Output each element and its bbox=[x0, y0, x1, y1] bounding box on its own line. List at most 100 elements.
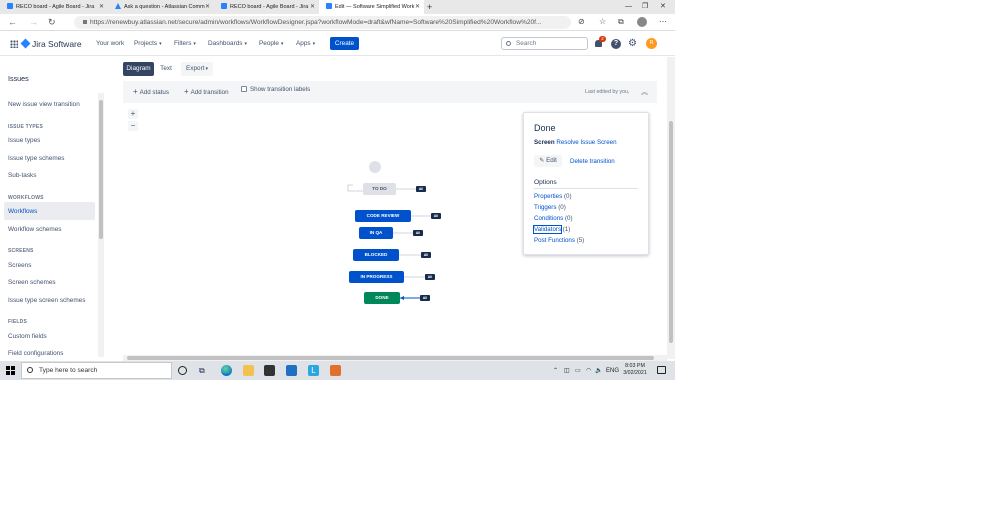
app-switcher-icon[interactable] bbox=[10, 40, 18, 48]
back-arrow-icon[interactable]: ← bbox=[8, 17, 17, 27]
status-in-qa[interactable]: IN QA bbox=[359, 227, 393, 239]
close-tab-icon[interactable]: ✕ bbox=[415, 0, 420, 14]
checkbox[interactable] bbox=[241, 86, 247, 92]
url-field[interactable]: https://renewbuy.atlassian.net/secure/ad… bbox=[74, 16, 571, 29]
sidebar-scrollbar-thumb[interactable] bbox=[99, 100, 103, 239]
status-blocked[interactable]: BLOCKED bbox=[353, 249, 399, 261]
nav-apps[interactable]: Apps ▾ bbox=[296, 40, 315, 48]
tray-battery-icon[interactable]: ▭ bbox=[575, 367, 581, 375]
browser-tab-active[interactable]: Edit — Software Simplified Work ✕ bbox=[319, 0, 424, 14]
sidebar-item-workflows[interactable]: Workflows bbox=[8, 208, 37, 215]
edit-button[interactable]: ✎ Edit bbox=[534, 155, 562, 167]
gear-icon[interactable]: ⚙ bbox=[628, 38, 637, 50]
search-input[interactable]: Search bbox=[501, 37, 588, 50]
browser-tab[interactable]: Ask a question - Atlassian Comm ✕ bbox=[108, 0, 214, 14]
minimize-icon[interactable]: — bbox=[625, 0, 632, 14]
all-transition-tag[interactable]: All bbox=[425, 274, 435, 280]
tab-text[interactable]: Text bbox=[156, 62, 176, 76]
nav-your-work[interactable]: Your work bbox=[96, 40, 124, 48]
close-tab-icon[interactable]: ✕ bbox=[99, 0, 104, 14]
chevron-down-icon: ▾ bbox=[312, 41, 316, 47]
sidebar-item-custom-fields[interactable]: Custom fields bbox=[8, 333, 47, 340]
page-scrollbar-thumb[interactable] bbox=[669, 121, 673, 343]
status-to-do[interactable]: TO DO bbox=[363, 183, 396, 195]
task-view-icon[interactable]: ⧉ bbox=[199, 365, 210, 376]
collections-icon[interactable]: ⧉ bbox=[618, 17, 624, 27]
show-transition-labels-toggle[interactable]: Show transition labels bbox=[241, 86, 310, 94]
reload-icon[interactable]: ↻ bbox=[48, 17, 56, 27]
horizontal-scrollbar-thumb[interactable] bbox=[127, 356, 654, 360]
maximize-icon[interactable]: ❐ bbox=[642, 0, 648, 14]
option-conditions[interactable]: Conditions (0) bbox=[534, 215, 573, 222]
action-center-icon[interactable] bbox=[657, 366, 666, 374]
page-scrollbar[interactable] bbox=[667, 57, 675, 359]
windows-start-icon[interactable] bbox=[6, 366, 15, 375]
new-tab-button[interactable]: + bbox=[427, 0, 432, 14]
option-validators[interactable]: Validators (1) bbox=[532, 225, 570, 234]
status-done[interactable]: DONE bbox=[364, 292, 400, 304]
cortana-icon[interactable] bbox=[178, 366, 187, 375]
sidebar-item-issue-type-schemes[interactable]: Issue type schemes bbox=[8, 155, 64, 162]
favorite-star-icon[interactable]: ☆ bbox=[599, 17, 606, 27]
more-menu-icon[interactable]: ⋯ bbox=[659, 17, 667, 27]
tray-wifi-icon[interactable]: ◠ bbox=[586, 367, 591, 375]
export-button[interactable]: Export▾ bbox=[181, 62, 213, 76]
notifications-button[interactable]: 2 bbox=[595, 36, 606, 48]
all-transition-tag[interactable]: All bbox=[431, 213, 441, 219]
delete-transition-link[interactable]: Delete transition bbox=[570, 158, 615, 165]
nav-people[interactable]: People ▾ bbox=[259, 40, 283, 48]
avatar[interactable]: R bbox=[646, 38, 657, 49]
all-transition-tag[interactable]: All bbox=[413, 230, 423, 236]
status-in-progress[interactable]: IN PROGRESS bbox=[349, 271, 404, 283]
app-l-icon[interactable]: L bbox=[308, 365, 319, 376]
mail-icon[interactable] bbox=[286, 365, 297, 376]
file-explorer-icon[interactable] bbox=[243, 365, 254, 376]
sidebar-item-issue-types[interactable]: Issue types bbox=[8, 137, 40, 144]
add-status-button[interactable]: + Add status bbox=[133, 88, 169, 97]
browser-tab[interactable]: RECO board - Agile Board - Jira ✕ bbox=[0, 0, 108, 14]
close-tab-icon[interactable]: ✕ bbox=[310, 0, 315, 14]
taskbar-clock[interactable]: 8:03 PM 3/02/2021 bbox=[620, 363, 650, 377]
option-post-functions[interactable]: Post Functions (5) bbox=[534, 237, 584, 244]
sidebar-item-issue-type-screen-schemes[interactable]: Issue type screen schemes bbox=[8, 297, 85, 304]
nav-filters[interactable]: Filters ▾ bbox=[174, 40, 196, 48]
nav-dashboards[interactable]: Dashboards ▾ bbox=[208, 40, 247, 48]
close-window-icon[interactable]: ✕ bbox=[660, 0, 666, 14]
taskbar-search-input[interactable]: Type here to search bbox=[21, 362, 172, 379]
diagram-canvas[interactable]: + − TO DO All CODE REVIEW All IN QA All … bbox=[123, 103, 657, 355]
help-icon[interactable]: ? bbox=[611, 39, 621, 49]
browser-tab[interactable]: RECO board - Agile Board - Jira ✕ bbox=[214, 0, 319, 14]
all-transition-tag-selected[interactable]: All bbox=[420, 295, 430, 301]
search-icon bbox=[27, 367, 33, 373]
close-tab-icon[interactable]: ✕ bbox=[205, 0, 210, 14]
create-button[interactable]: Create bbox=[330, 37, 359, 50]
all-transition-tag[interactable]: All bbox=[416, 186, 426, 192]
nav-projects[interactable]: Projects ▾ bbox=[134, 40, 162, 48]
tray-network-icon[interactable]: ◫ bbox=[564, 367, 570, 375]
language-indicator[interactable]: ENG bbox=[606, 367, 619, 375]
all-transition-tag[interactable]: All bbox=[421, 252, 431, 258]
sidebar-item-screens[interactable]: Screens bbox=[8, 262, 31, 269]
store-icon[interactable] bbox=[264, 365, 275, 376]
add-transition-button[interactable]: + Add transition bbox=[184, 88, 229, 97]
plus-icon: + bbox=[184, 87, 189, 96]
sidebar-item-sub-tasks[interactable]: Sub-tasks bbox=[8, 172, 36, 179]
edge-browser-icon[interactable] bbox=[221, 365, 232, 376]
sidebar-item-new-issue-view-transition[interactable]: New issue view transition bbox=[8, 101, 80, 108]
forward-arrow-icon[interactable]: → bbox=[29, 17, 38, 27]
tray-volume-icon[interactable]: 🔈 bbox=[595, 367, 602, 375]
tab-diagram[interactable]: Diagram bbox=[123, 62, 154, 76]
sidebar-item-workflow-schemes[interactable]: Workflow schemes bbox=[8, 226, 62, 233]
option-properties[interactable]: Properties (0) bbox=[534, 193, 572, 200]
browser-profile-avatar[interactable] bbox=[637, 17, 647, 27]
sidebar-item-screen-schemes[interactable]: Screen schemes bbox=[8, 279, 56, 286]
tracking-prevention-icon[interactable]: ⊘ bbox=[578, 17, 585, 27]
collapse-chevron-icon[interactable]: ︽ bbox=[641, 87, 648, 97]
app-orange-icon[interactable] bbox=[330, 365, 341, 376]
tray-chevron-up-icon[interactable]: ⌃ bbox=[553, 367, 558, 375]
option-triggers[interactable]: Triggers (0) bbox=[534, 204, 566, 211]
status-code-review[interactable]: CODE REVIEW bbox=[355, 210, 411, 222]
screen-link[interactable]: Resolve Issue Screen bbox=[556, 139, 616, 146]
sidebar-item-field-configurations[interactable]: Field configurations bbox=[8, 350, 63, 357]
jira-logo[interactable]: Jira Software bbox=[20, 38, 82, 50]
